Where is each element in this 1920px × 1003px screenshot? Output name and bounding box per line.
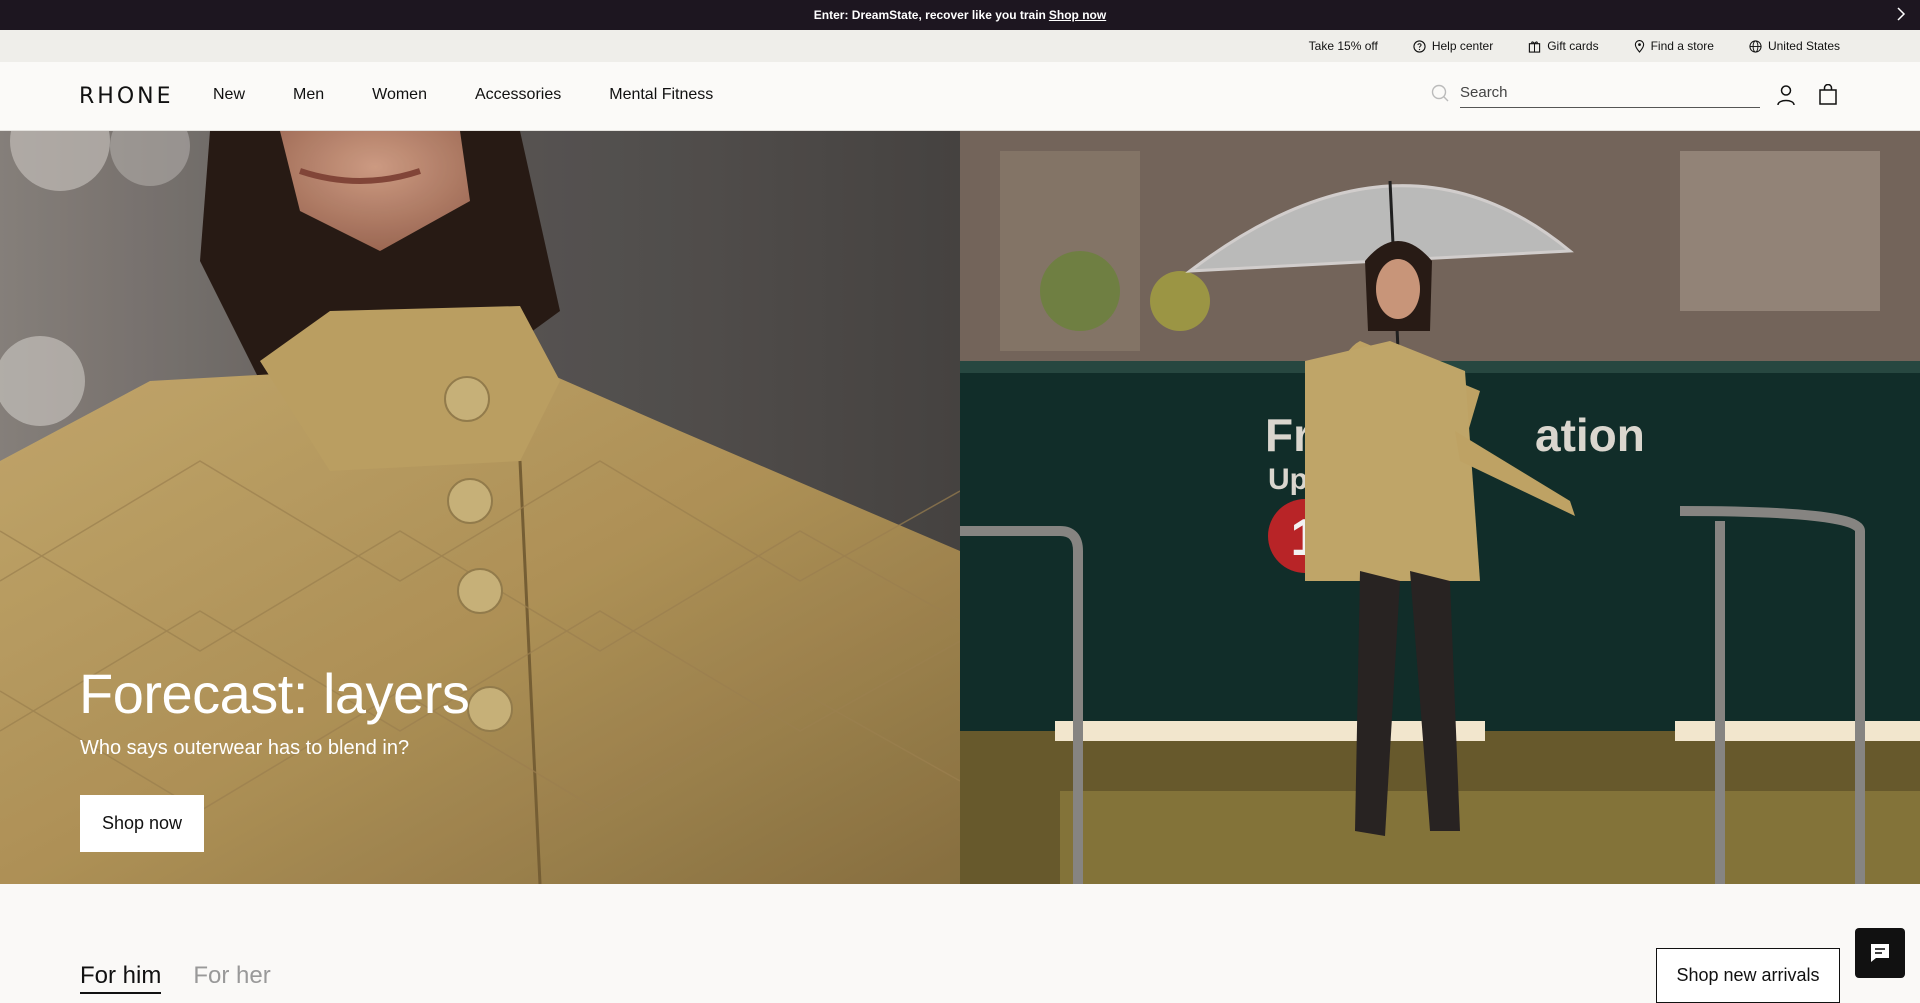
take-15-off-label: Take 15% off (1308, 39, 1378, 53)
hero-subtitle: Who says outerwear has to blend in? (80, 737, 410, 759)
tab-for-her[interactable]: For her (193, 962, 270, 994)
primary-menu: New Men Women Accessories Mental Fitness (213, 86, 761, 104)
menu-item-mental-fitness[interactable]: Mental Fitness (609, 86, 713, 104)
menu-item-women[interactable]: Women (372, 86, 427, 104)
search-input[interactable] (1460, 78, 1760, 108)
shop-new-arrivals-button[interactable]: Shop new arrivals (1656, 948, 1840, 1003)
menu-item-accessories[interactable]: Accessories (475, 86, 561, 104)
chat-icon (1871, 944, 1889, 962)
cart-button[interactable] (1818, 83, 1838, 111)
help-circle-icon (1413, 39, 1426, 53)
account-button[interactable] (1776, 84, 1796, 111)
help-center-link[interactable]: Help center (1413, 39, 1493, 53)
search-icon[interactable] (1430, 83, 1450, 103)
rhone-logo[interactable]: RHONE (79, 84, 174, 109)
country-label: United States (1767, 39, 1840, 53)
menu-item-new[interactable]: New (213, 86, 245, 104)
user-icon (1777, 85, 1795, 106)
map-pin-icon (1634, 39, 1644, 53)
gender-tabs: For him For her (80, 962, 303, 994)
take-15-off-link[interactable]: Take 15% off (1309, 39, 1378, 53)
utility-bar: Take 15% off Help center Gift cards Find… (0, 30, 1920, 62)
gift-icon (1529, 40, 1541, 53)
hero-banner: Frank ation Uptown 1 Forecast: layers Wh… (0, 131, 1920, 884)
announcement-shop-link[interactable]: Shop now (1049, 8, 1106, 22)
chat-button[interactable] (1855, 928, 1905, 978)
main-nav: RHONE New Men Women Accessories Mental F… (0, 62, 1920, 131)
find-store-link[interactable]: Find a store (1634, 39, 1714, 53)
country-selector[interactable]: United States (1749, 39, 1840, 53)
announcement-text: Enter: DreamState, recover like you trai… (813, 8, 1046, 22)
find-store-label: Find a store (1650, 39, 1714, 53)
hero-title: Forecast: layers (79, 662, 470, 725)
help-center-label: Help center (1431, 39, 1494, 53)
shopping-bag-icon (1819, 83, 1837, 105)
announcement-bar: Enter: DreamState, recover like you trai… (0, 0, 1920, 30)
search-box (1430, 78, 1760, 108)
tab-for-him[interactable]: For him (80, 962, 162, 994)
menu-item-men[interactable]: Men (293, 86, 324, 104)
gift-cards-link[interactable]: Gift cards (1528, 39, 1599, 53)
hero-shop-now-button[interactable]: Shop now (80, 795, 204, 852)
globe-icon (1749, 39, 1762, 53)
gift-cards-label: Gift cards (1547, 39, 1599, 53)
hero-image-subway-umbrella: Frank ation Uptown 1 (960, 131, 1920, 884)
hero-image-jacket-closeup (0, 131, 960, 884)
close-chevron-icon[interactable] (1896, 7, 1906, 25)
